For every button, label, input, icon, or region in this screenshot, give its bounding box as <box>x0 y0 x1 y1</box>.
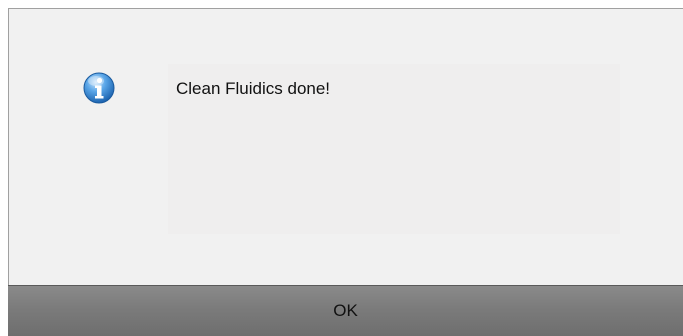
ok-button[interactable]: OK <box>8 285 683 336</box>
message-text: Clean Fluidics done! <box>176 79 331 98</box>
ok-button-label: OK <box>333 301 358 320</box>
info-icon <box>83 72 115 104</box>
